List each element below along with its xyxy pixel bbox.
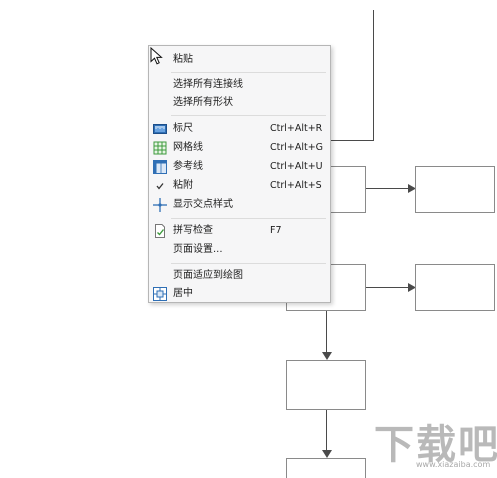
checkmark-icon xyxy=(156,183,164,190)
menu-separator xyxy=(171,218,326,219)
menu-item-guides[interactable]: 参考线 Ctrl+Alt+U xyxy=(149,157,330,177)
menu-separator xyxy=(171,263,326,264)
menu-item-label: 选择所有连接线 xyxy=(173,79,243,90)
spellcheck-icon xyxy=(155,224,165,238)
center-icon xyxy=(153,287,167,301)
menu-item-shortcut: F7 xyxy=(270,225,282,236)
context-menu: 粘贴 选择所有连接线 选择所有形状 标尺 Ctrl+Alt+R 网格线 Ctrl… xyxy=(148,45,331,303)
arrow-down-icon xyxy=(321,352,332,360)
menu-separator xyxy=(171,72,326,73)
menu-item-label: 粘附 xyxy=(173,180,193,191)
watermark-logo: 下载吧 www.xiazaiba.com xyxy=(360,412,497,470)
crosshair-icon xyxy=(153,198,167,212)
menu-item-page-setup[interactable]: 页面设置... xyxy=(149,240,330,260)
process-shape[interactable] xyxy=(415,166,495,213)
menu-item-fit-page-to-drawing[interactable]: 页面适应到绘图 xyxy=(149,266,330,286)
process-shape[interactable] xyxy=(286,458,366,478)
menu-item-gridlines[interactable]: 网格线 Ctrl+Alt+G xyxy=(149,138,330,158)
menu-item-snap[interactable]: 粘附 Ctrl+Alt+S xyxy=(149,176,330,196)
process-shape[interactable] xyxy=(286,360,366,410)
connector-line[interactable] xyxy=(326,140,374,141)
grid-icon xyxy=(153,141,167,155)
menu-item-label: 拼写检查 xyxy=(173,225,213,236)
menu-item-spell-check[interactable]: 拼写检查 F7 xyxy=(149,221,330,241)
menu-item-label: 粘贴 xyxy=(173,54,193,65)
process-shape[interactable] xyxy=(415,264,495,311)
guides-icon xyxy=(153,160,167,174)
menu-item-center[interactable]: 居中 xyxy=(149,284,330,304)
menu-item-select-all-connectors[interactable]: 选择所有连接线 xyxy=(149,75,330,95)
mouse-pointer-icon xyxy=(150,47,163,65)
connector-line[interactable] xyxy=(326,410,327,452)
menu-separator xyxy=(171,115,326,116)
menu-item-label: 标尺 xyxy=(173,123,193,134)
menu-item-select-all-shapes[interactable]: 选择所有形状 xyxy=(149,93,330,113)
menu-item-label: 显示交点样式 xyxy=(173,199,233,210)
connector-line[interactable] xyxy=(366,287,410,288)
menu-item-paste[interactable]: 粘贴 xyxy=(149,50,330,70)
menu-item-label: 页面设置... xyxy=(173,244,223,255)
menu-item-shortcut: Ctrl+Alt+U xyxy=(270,161,323,172)
menu-item-shortcut: Ctrl+Alt+R xyxy=(270,123,323,134)
menu-item-shortcut: Ctrl+Alt+G xyxy=(270,142,324,153)
watermark-url: www.xiazaiba.com xyxy=(416,460,491,469)
menu-item-label: 居中 xyxy=(173,288,193,299)
arrow-down-icon xyxy=(321,450,332,458)
ruler-icon xyxy=(153,124,167,134)
menu-item-label: 选择所有形状 xyxy=(173,97,233,108)
menu-item-label: 页面适应到绘图 xyxy=(173,270,243,281)
menu-item-show-intersection-style[interactable]: 显示交点样式 xyxy=(149,195,330,215)
menu-item-label: 参考线 xyxy=(173,161,203,172)
connector-line[interactable] xyxy=(326,311,327,354)
menu-item-shortcut: Ctrl+Alt+S xyxy=(270,180,322,191)
menu-item-label: 网格线 xyxy=(173,142,203,153)
connector-line[interactable] xyxy=(373,10,374,141)
connector-line[interactable] xyxy=(366,188,410,189)
menu-item-ruler[interactable]: 标尺 Ctrl+Alt+R xyxy=(149,119,330,139)
